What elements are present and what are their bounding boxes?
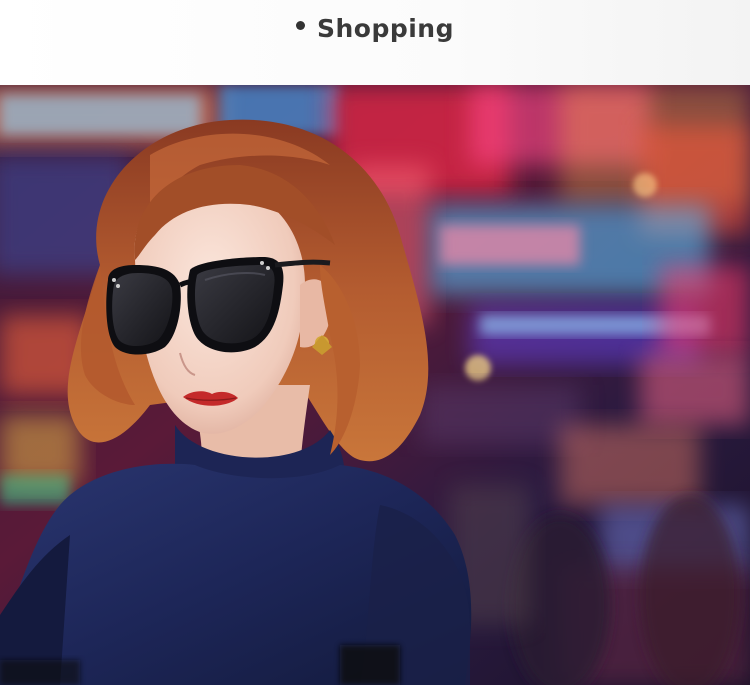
photo-illustration bbox=[0, 85, 750, 685]
section-header: Shopping bbox=[0, 0, 750, 85]
page: Shopping bbox=[0, 0, 750, 685]
section-title-row: Shopping bbox=[0, 14, 750, 43]
section-title: Shopping bbox=[316, 14, 455, 43]
bullet-icon bbox=[295, 21, 305, 30]
lifestyle-photo bbox=[0, 85, 750, 685]
